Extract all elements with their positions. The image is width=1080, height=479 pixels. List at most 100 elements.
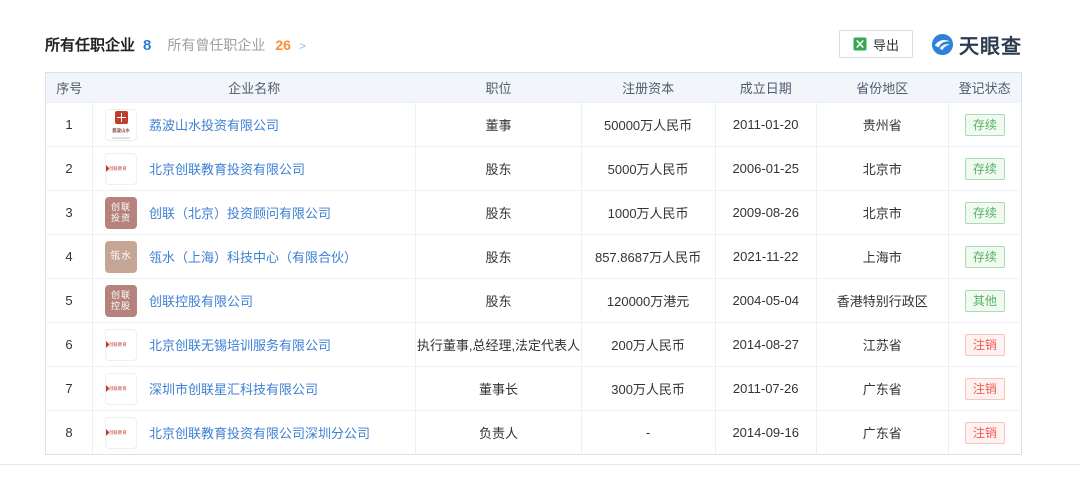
status-badge: 存续 [964, 201, 1005, 224]
table-row: 2 创联教育 北京创联教育投资有限公司 股东 5000万人民币 2006-01-… [45, 146, 1022, 191]
excel-icon [853, 37, 867, 51]
col-header-index: 序号 [45, 72, 93, 103]
col-header-status: 登记状态 [948, 72, 1022, 103]
status-badge: 存续 [964, 113, 1005, 136]
company-cell: 创联教育 北京创联教育投资有限公司 [93, 152, 415, 185]
row-index: 4 [45, 234, 94, 279]
row-index: 6 [45, 322, 94, 367]
status-badge: 注销 [964, 421, 1005, 444]
province-cell: 广东省 [816, 410, 949, 455]
logo-subtext-bar [112, 136, 131, 139]
province-cell: 江苏省 [816, 322, 949, 367]
section-header: 所有任职企业 8 所有曾任职企业 26 > 导出 天眼查 [45, 28, 1022, 60]
logo-text: 创联教育 [109, 386, 127, 391]
company-link[interactable]: 创联（北京）投资顾问有限公司 [149, 203, 331, 222]
company-link[interactable]: 荔波山水投资有限公司 [149, 115, 279, 134]
company-link[interactable]: 创联控股有限公司 [149, 291, 253, 310]
logo-text: 瓴水 [110, 251, 133, 262]
company-logo[interactable]: 创联 控股 [105, 284, 138, 317]
date-cell: 2014-08-27 [715, 322, 817, 367]
col-header-company: 企业名称 [92, 72, 416, 103]
position-cell: 执行董事,总经理,法定代表人 [415, 322, 582, 367]
company-logo[interactable]: 瓴水 [105, 240, 138, 273]
date-cell: 2006-01-25 [715, 146, 817, 191]
table-row: 8 创联教育 北京创联教育投资有限公司深圳分公司 负责人 - 2014-09-1… [45, 410, 1022, 455]
status-badge: 注销 [964, 377, 1005, 400]
tianyancha-wordmark: 天眼查 [959, 35, 1022, 58]
table-row: 5 创联 控股 创联控股有限公司 股东 120000万港元 2004-05-04 … [45, 278, 1022, 323]
row-index: 7 [45, 366, 94, 411]
capital-cell: 1000万人民币 [581, 190, 716, 235]
capital-cell: 120000万港元 [581, 278, 716, 323]
row-index: 5 [45, 278, 94, 323]
company-logo[interactable]: 创联教育 [105, 328, 138, 361]
table-row: 3 创联 投资 创联（北京）投资顾问有限公司 股东 1000万人民币 2009-0… [45, 190, 1022, 235]
company-cell: 创联教育 深圳市创联星汇科技有限公司 [93, 372, 415, 405]
company-link[interactable]: 深圳市创联星汇科技有限公司 [149, 379, 318, 398]
logo-text: 创联 控股 [111, 289, 132, 311]
company-cell: 瓴水 瓴水（上海）科技中心（有限合伙） [93, 240, 415, 273]
export-button-label: 导出 [872, 37, 899, 53]
company-cell: 创联 控股 创联控股有限公司 [93, 284, 415, 317]
province-cell: 贵州省 [816, 102, 949, 147]
date-cell: 2014-09-16 [715, 410, 817, 455]
col-header-province: 省份地区 [816, 72, 949, 103]
col-header-position: 职位 [415, 72, 582, 103]
tianyancha-logo[interactable]: 天眼查 [931, 30, 1022, 59]
province-cell: 广东省 [816, 366, 949, 411]
capital-cell: 50000万人民币 [581, 102, 716, 147]
province-cell: 北京市 [816, 146, 949, 191]
export-button[interactable]: 导出 [838, 30, 913, 58]
position-cell: 股东 [415, 278, 582, 323]
company-link[interactable]: 北京创联教育投资有限公司 [149, 159, 305, 178]
row-index: 2 [45, 146, 94, 191]
capital-cell: 5000万人民币 [581, 146, 716, 191]
company-logo[interactable]: 创联教育 [105, 372, 138, 405]
date-cell: 2021-11-22 [715, 234, 817, 279]
table-row: 7 创联教育 深圳市创联星汇科技有限公司 董事长 300万人民币 2011-07… [45, 366, 1022, 411]
capital-cell: 200万人民币 [581, 322, 716, 367]
company-cell: 荔波山水 荔波山水投资有限公司 [93, 108, 415, 141]
employment-table: 序号 企业名称 职位 注册资本 成立日期 省份地区 登记状态 1 荔波山水 荔波… [45, 72, 1022, 455]
former-companies-link[interactable]: 所有曾任职企业 [167, 35, 265, 55]
position-cell: 股东 [415, 234, 582, 279]
logo-text: 创联 投资 [111, 201, 132, 223]
company-logo[interactable]: 创联教育 [105, 152, 138, 185]
position-cell: 董事 [415, 102, 582, 147]
capital-cell: 300万人民币 [581, 366, 716, 411]
logo-text: 创联教育 [109, 342, 127, 347]
section-title-count: 8 [143, 36, 152, 54]
row-index: 1 [45, 102, 94, 147]
company-logo[interactable]: 创联 投资 [105, 196, 138, 229]
logo-text: 创联教育 [109, 430, 127, 435]
company-link[interactable]: 北京创联教育投资有限公司深圳分公司 [149, 423, 370, 442]
chevron-right-icon[interactable]: > [299, 39, 306, 53]
capital-cell: 857.8687万人民币 [581, 234, 716, 279]
table-row: 1 荔波山水 荔波山水投资有限公司 董事 50000万人民币 2011-01-2… [45, 102, 1022, 147]
province-cell: 北京市 [816, 190, 949, 235]
province-cell: 香港特别行政区 [816, 278, 949, 323]
company-link[interactable]: 瓴水（上海）科技中心（有限合伙） [149, 247, 357, 266]
row-index: 3 [45, 190, 94, 235]
logo-text: 创联教育 [109, 166, 127, 171]
col-header-capital: 注册资本 [581, 72, 716, 103]
table-row: 4 瓴水 瓴水（上海）科技中心（有限合伙） 股东 857.8687万人民币 20… [45, 234, 1022, 279]
status-badge: 存续 [964, 157, 1005, 180]
row-index: 8 [45, 410, 94, 455]
date-cell: 2004-05-04 [715, 278, 817, 323]
company-logo[interactable]: 创联教育 [105, 416, 138, 449]
company-cell: 创联教育 北京创联无锡培训服务有限公司 [93, 328, 415, 361]
table-header-row: 序号 企业名称 职位 注册资本 成立日期 省份地区 登记状态 [45, 72, 1022, 103]
company-link[interactable]: 北京创联无锡培训服务有限公司 [149, 335, 331, 354]
date-cell: 2009-08-26 [715, 190, 817, 235]
logo-text: 荔波山水 [112, 127, 130, 133]
position-cell: 董事长 [415, 366, 582, 411]
company-logo[interactable]: 荔波山水 [105, 108, 138, 141]
date-cell: 2011-01-20 [715, 102, 817, 147]
table-row: 6 创联教育 北京创联无锡培训服务有限公司 执行董事,总经理,法定代表人 200… [45, 322, 1022, 367]
province-cell: 上海市 [816, 234, 949, 279]
former-companies-count[interactable]: 26 [275, 37, 291, 53]
company-cell: 创联教育 北京创联教育投资有限公司深圳分公司 [93, 416, 415, 449]
section-header-right: 导出 天眼查 [838, 30, 1022, 59]
seal-mark-icon [114, 110, 128, 124]
